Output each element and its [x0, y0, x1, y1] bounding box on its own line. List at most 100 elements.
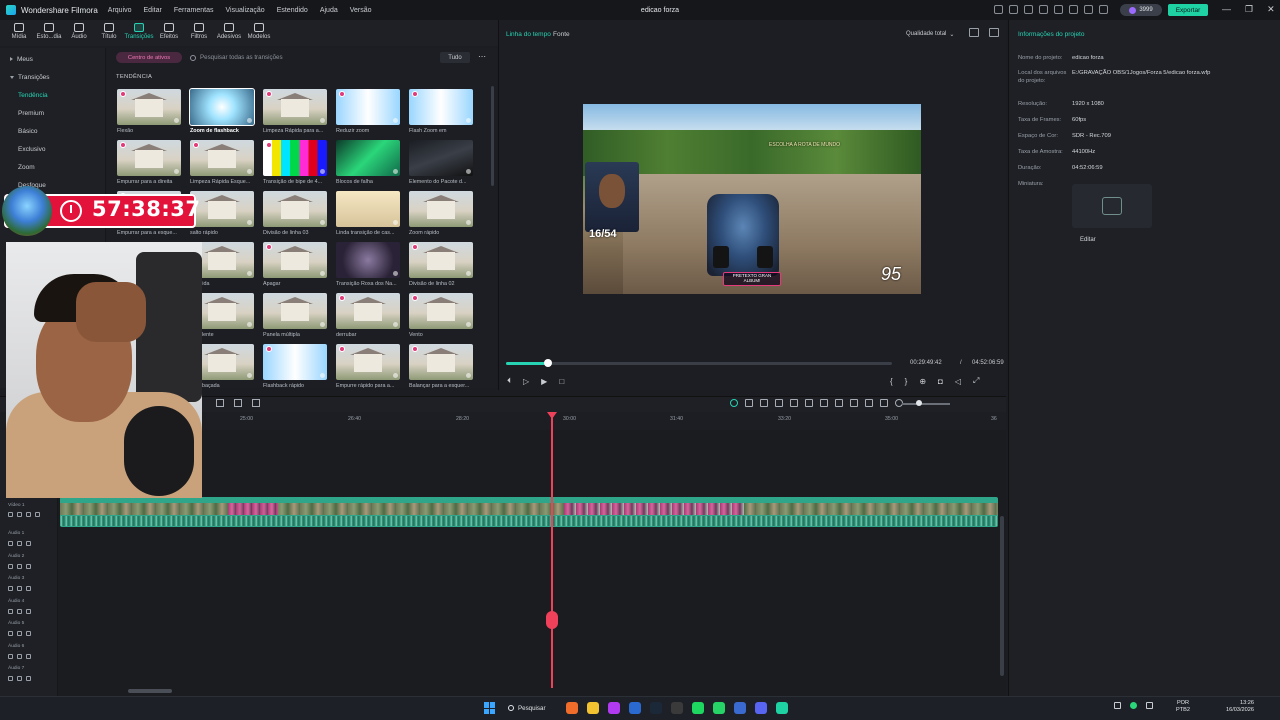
status-icon[interactable]	[1130, 702, 1137, 709]
play-icon[interactable]: ▷	[523, 377, 529, 386]
export-button[interactable]: Exportar	[1168, 4, 1208, 16]
asset-center-button[interactable]: Centro de ativos	[116, 52, 182, 63]
download-icon[interactable]	[247, 373, 252, 378]
eye-icon[interactable]	[17, 512, 22, 517]
speaker-icon[interactable]	[17, 586, 22, 591]
zoom-slider-knob[interactable]	[916, 400, 922, 406]
quality-dropdown[interactable]: Qualidade total ⌄	[906, 29, 960, 39]
marker-icon[interactable]	[760, 399, 768, 407]
speaker-icon[interactable]	[17, 609, 22, 614]
transition-thumbnail[interactable]	[190, 140, 254, 176]
menu-versao[interactable]: Versão	[350, 7, 372, 14]
download-icon[interactable]	[247, 271, 252, 276]
transition-thumbnail[interactable]	[189, 88, 255, 126]
transition-thumbnail[interactable]	[409, 140, 473, 176]
download-icon[interactable]	[393, 118, 398, 123]
transition-thumbnail[interactable]	[336, 344, 400, 380]
display-icon[interactable]	[1009, 5, 1018, 14]
snap-icon[interactable]	[745, 399, 753, 407]
grid-scrollbar[interactable]	[491, 86, 494, 186]
camera-icon[interactable]: ◘	[938, 377, 943, 386]
snapshot-view-icon[interactable]	[989, 28, 999, 37]
pip-icon[interactable]	[880, 399, 888, 407]
transition-thumbnail[interactable]	[409, 344, 473, 380]
link-icon[interactable]	[26, 676, 31, 681]
split-icon[interactable]	[850, 399, 858, 407]
speaker-icon[interactable]	[17, 541, 22, 546]
category-transitions[interactable]: Transições	[10, 74, 50, 81]
lock-icon[interactable]	[8, 564, 13, 569]
menu-editar[interactable]: Editar	[144, 7, 162, 14]
link-icon[interactable]	[26, 512, 31, 517]
mixer-icon[interactable]	[835, 399, 843, 407]
tab-timeline-preview[interactable]: Linha do tempo	[506, 31, 551, 38]
menu-arquivo[interactable]: Arquivo	[108, 7, 132, 14]
obs-icon[interactable]	[608, 702, 620, 714]
search-input[interactable]: Pesquisar todas as transições	[190, 52, 430, 63]
transition-thumbnail[interactable]	[263, 89, 327, 125]
lock-icon[interactable]	[8, 586, 13, 591]
download-icon[interactable]	[393, 322, 398, 327]
link-icon[interactable]	[26, 541, 31, 546]
menu-ajuda[interactable]: Ajuda	[320, 7, 338, 14]
trim-icon[interactable]	[234, 399, 242, 407]
more-options-icon[interactable]: ⋯	[478, 52, 486, 61]
category-basic[interactable]: Básico	[18, 128, 38, 135]
download-icon[interactable]	[466, 169, 471, 174]
transition-thumbnail[interactable]	[336, 140, 400, 176]
transition-thumbnail[interactable]	[409, 89, 473, 125]
previous-frame-icon[interactable]: ⏴	[507, 376, 511, 386]
ai-tool-icon[interactable]	[730, 399, 738, 407]
mic-icon[interactable]	[820, 399, 828, 407]
transition-thumbnail[interactable]	[263, 242, 327, 278]
category-mine[interactable]: Meus	[10, 56, 33, 63]
download-icon[interactable]	[320, 373, 325, 378]
subtitle-icon[interactable]	[865, 399, 873, 407]
menu-estendido[interactable]: Estendido	[277, 7, 308, 14]
visibility-icon[interactable]	[35, 512, 40, 517]
shield-icon[interactable]	[805, 399, 813, 407]
vpn-icon[interactable]	[734, 702, 746, 714]
lock-icon[interactable]	[8, 609, 13, 614]
fullscreen-icon[interactable]: ⤢	[973, 376, 979, 386]
category-premium[interactable]: Premium	[18, 110, 44, 117]
download-icon[interactable]	[320, 169, 325, 174]
category-zoom[interactable]: Zoom	[18, 164, 35, 171]
notes-icon[interactable]	[1024, 5, 1033, 14]
download-icon[interactable]	[466, 373, 471, 378]
download-icon[interactable]	[466, 220, 471, 225]
download-icon[interactable]	[320, 220, 325, 225]
download-icon[interactable]	[247, 169, 252, 174]
tab-audio[interactable]: Áudio	[66, 20, 92, 46]
link-icon[interactable]	[26, 564, 31, 569]
lock-icon[interactable]	[8, 541, 13, 546]
download-icon[interactable]	[1084, 5, 1093, 14]
menu-ferramentas[interactable]: Ferramentas	[174, 7, 214, 14]
steam-icon[interactable]	[650, 702, 662, 714]
tab-transitions[interactable]: Transições	[124, 20, 154, 46]
tab-source-preview[interactable]: Fonte	[553, 31, 570, 38]
download-icon[interactable]	[247, 322, 252, 327]
transition-thumbnail[interactable]	[336, 293, 400, 329]
chevron-up-icon[interactable]	[1114, 702, 1121, 709]
link-icon[interactable]	[26, 654, 31, 659]
tab-stock-media[interactable]: Esto...dia	[36, 20, 62, 46]
speaker-icon[interactable]	[17, 676, 22, 681]
timeline-vertical-scrollbar[interactable]	[1000, 516, 1004, 676]
magic-icon[interactable]	[252, 399, 260, 407]
transition-thumbnail[interactable]	[336, 191, 400, 227]
download-icon[interactable]	[393, 271, 398, 276]
transition-thumbnail[interactable]	[263, 344, 327, 380]
zoom-slider[interactable]	[902, 403, 950, 405]
download-icon[interactable]	[320, 271, 325, 276]
speaker-icon[interactable]	[17, 654, 22, 659]
credits-badge[interactable]: 3999	[1120, 4, 1162, 16]
tab-templates[interactable]: Modelos	[246, 20, 272, 46]
download-icon[interactable]	[174, 118, 179, 123]
windows-start-icon[interactable]	[484, 702, 496, 714]
playhead-marker[interactable]	[547, 412, 557, 419]
filter-dropdown[interactable]: Tudo	[440, 52, 470, 63]
spotify-icon[interactable]	[692, 702, 704, 714]
zoom-preview-icon[interactable]: ⊕	[919, 377, 926, 386]
download-icon[interactable]	[174, 169, 179, 174]
